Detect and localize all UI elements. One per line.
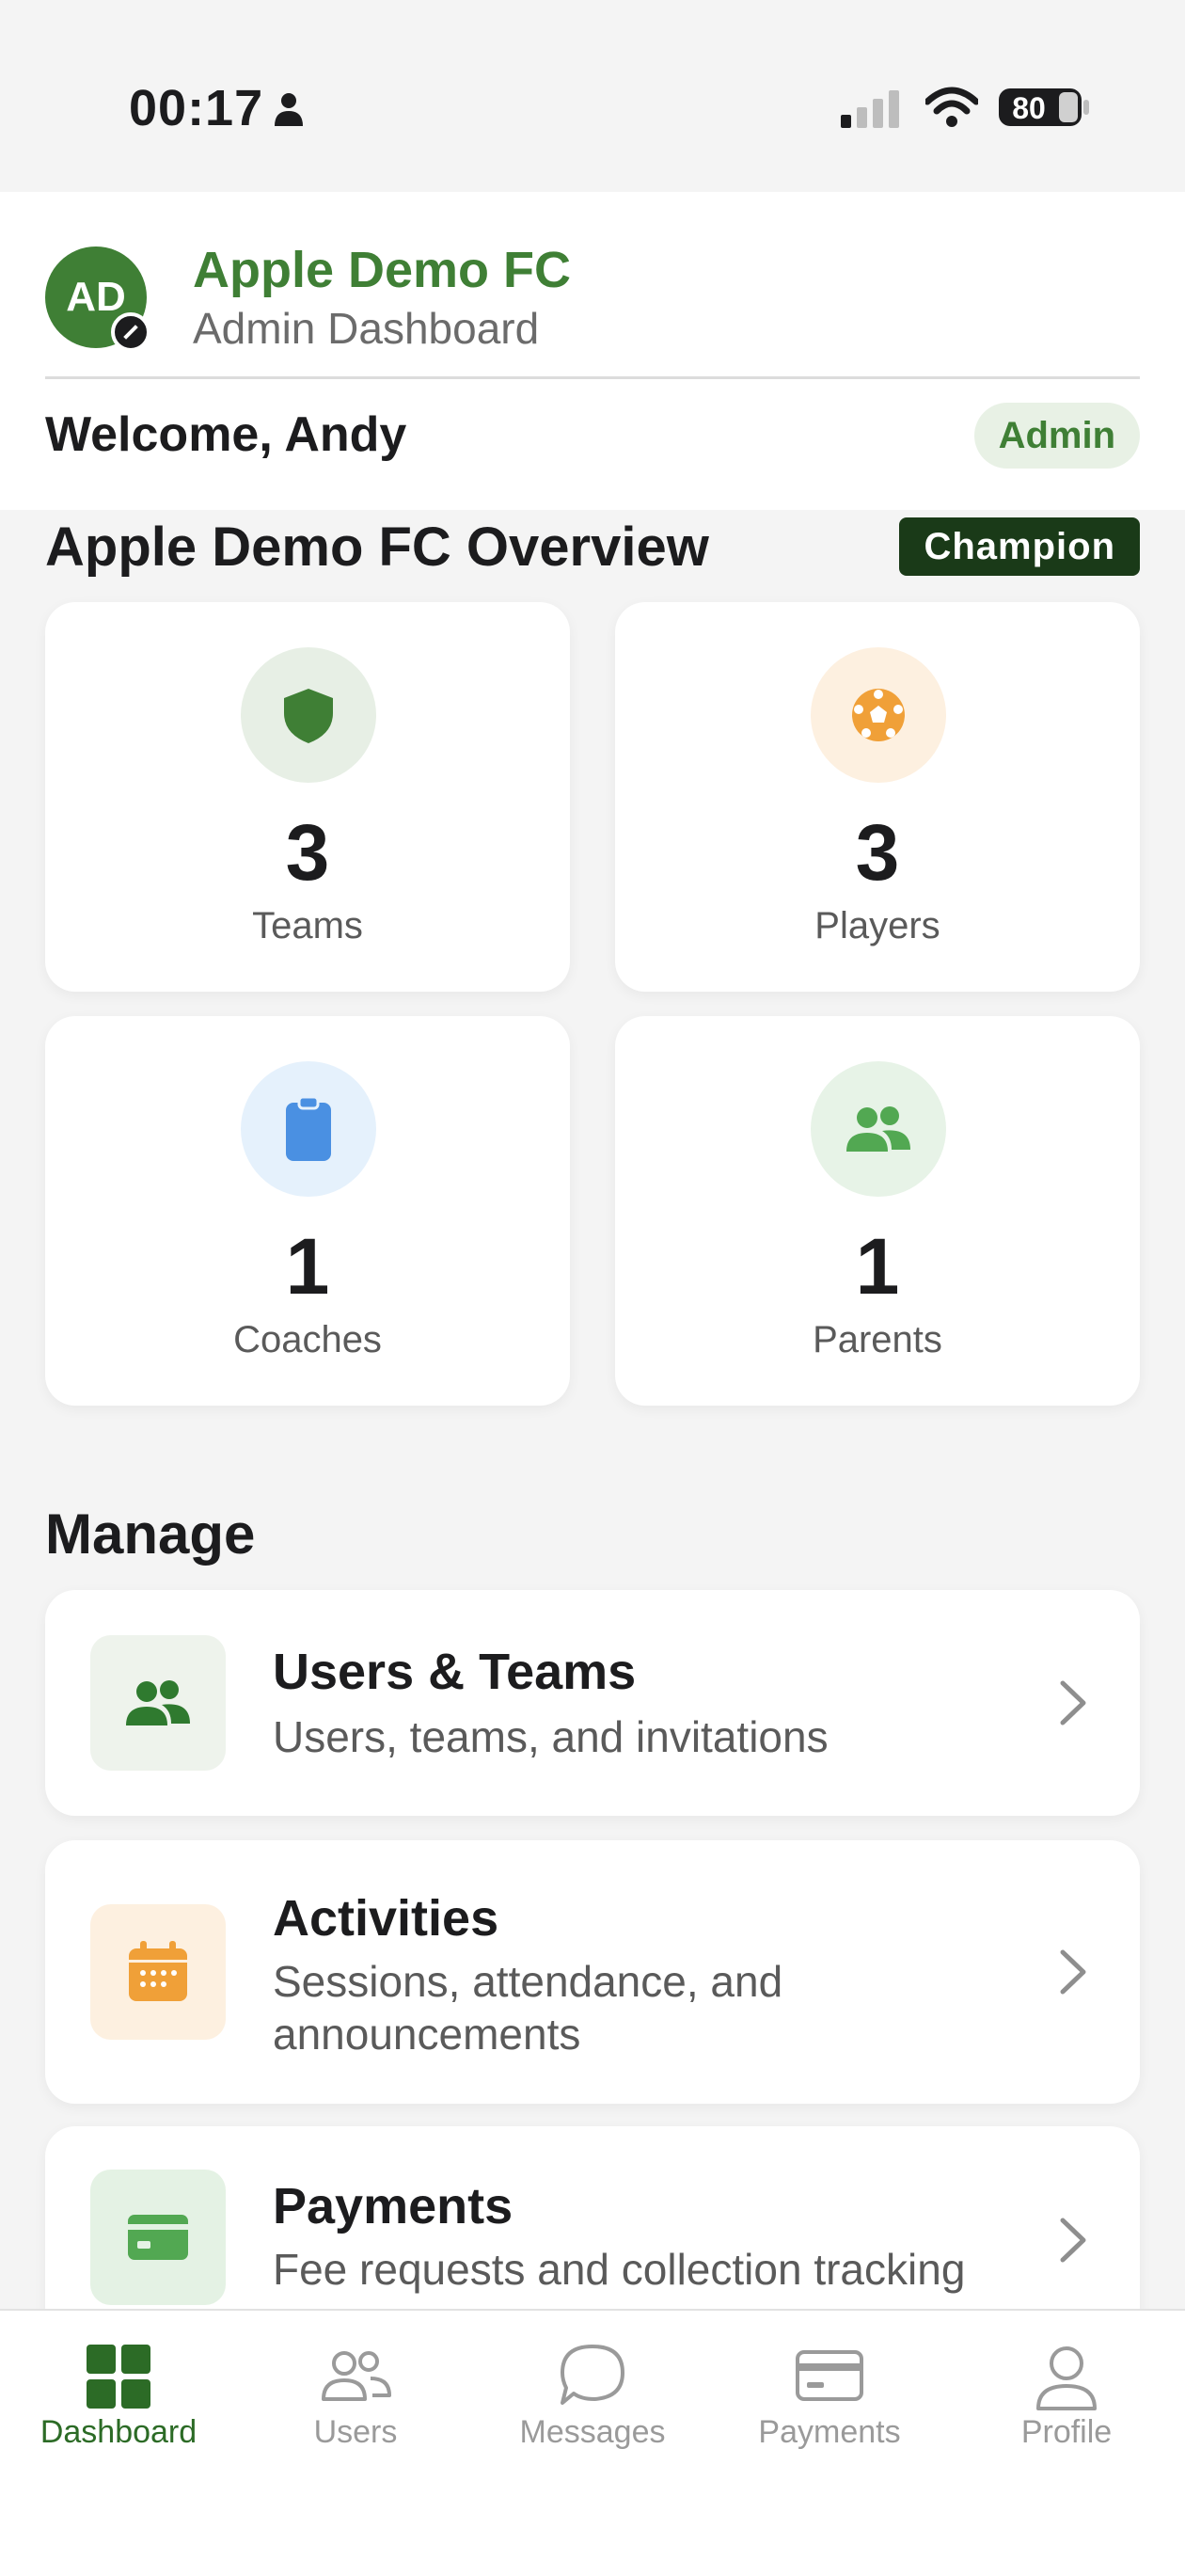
tab-payments[interactable]: Payments: [711, 2311, 948, 2499]
stat-value: 3: [285, 808, 330, 897]
stat-value: 1: [285, 1222, 330, 1311]
stat-label: Players: [814, 905, 940, 946]
people-icon: [90, 1635, 226, 1771]
role-badge: Admin: [973, 403, 1140, 469]
stat-label: Coaches: [233, 1319, 382, 1360]
chat-bubble-icon: [561, 2345, 624, 2405]
stat-card-parents[interactable]: 1 Parents: [615, 1016, 1140, 1406]
people-icon: [811, 1061, 946, 1197]
wifi-icon: [925, 87, 978, 127]
club-name: Apple Demo FC: [193, 242, 572, 298]
tab-profile[interactable]: Profile: [948, 2311, 1185, 2499]
menu-item-activities[interactable]: Activities Sessions, attendance, and ann…: [45, 1840, 1140, 2104]
tab-users[interactable]: Users: [237, 2311, 474, 2499]
tab-label: Users: [313, 2414, 398, 2450]
card-icon: [796, 2350, 863, 2401]
stat-value: 1: [855, 1222, 900, 1311]
header-divider: [45, 376, 1140, 379]
menu-item-subtitle: Fee requests and collection tracking: [273, 2245, 966, 2294]
app-header: AD Apple Demo FC Admin Dashboard Welcome…: [0, 192, 1185, 510]
soccer-ball-icon: [811, 647, 946, 783]
calendar-icon: [90, 1904, 226, 2040]
person-status-icon: [275, 93, 303, 126]
menu-item-subtitle: Sessions, attendance, and announcements: [273, 1957, 783, 2059]
welcome-message: Welcome, Andy: [45, 407, 407, 462]
stat-card-teams[interactable]: 3 Teams: [45, 602, 570, 992]
dashboard-subtitle: Admin Dashboard: [193, 304, 540, 353]
cellular-signal-icon: [841, 90, 899, 128]
status-bar: 00:17 80: [0, 0, 1185, 192]
grid-icon: [87, 2345, 150, 2409]
overview-title: Apple Demo FC Overview: [45, 517, 709, 578]
tab-label: Profile: [1020, 2414, 1113, 2450]
manage-title: Manage: [45, 1503, 256, 1566]
chevron-right-icon: [1060, 1680, 1086, 1725]
status-time: 00:17: [129, 80, 264, 136]
shield-icon: [241, 647, 376, 783]
users-icon: [322, 2351, 391, 2401]
menu-item-subtitle: Users, teams, and invitations: [273, 1712, 829, 1761]
menu-item-title: Activities: [273, 1890, 499, 1947]
battery-icon: 80: [999, 88, 1089, 126]
tab-bar: Dashboard Users Messages Payments Profil…: [0, 2309, 1185, 2576]
battery-level: 80: [1012, 91, 1046, 125]
tab-messages[interactable]: Messages: [474, 2311, 711, 2499]
tab-label: Messages: [519, 2414, 666, 2450]
tab-label: Dashboard: [40, 2414, 198, 2450]
tier-badge: Champion: [899, 517, 1140, 576]
tab-label: Payments: [758, 2414, 901, 2450]
stat-card-players[interactable]: 3 Players: [615, 602, 1140, 992]
chevron-right-icon: [1060, 1949, 1086, 1995]
menu-item-users-teams[interactable]: Users & Teams Users, teams, and invitati…: [45, 1590, 1140, 1816]
menu-item-title: Users & Teams: [273, 1644, 637, 1700]
menu-item-title: Payments: [273, 2178, 514, 2234]
stat-label: Parents: [813, 1319, 942, 1360]
chevron-right-icon: [1060, 2218, 1086, 2263]
person-icon: [1036, 2346, 1097, 2410]
stat-value: 3: [855, 808, 900, 897]
card-icon: [90, 2170, 226, 2305]
edit-badge-icon: [111, 312, 150, 352]
tab-dashboard[interactable]: Dashboard: [0, 2311, 237, 2499]
stat-label: Teams: [252, 905, 363, 946]
stat-card-coaches[interactable]: 1 Coaches: [45, 1016, 570, 1406]
clipboard-icon: [241, 1061, 376, 1197]
